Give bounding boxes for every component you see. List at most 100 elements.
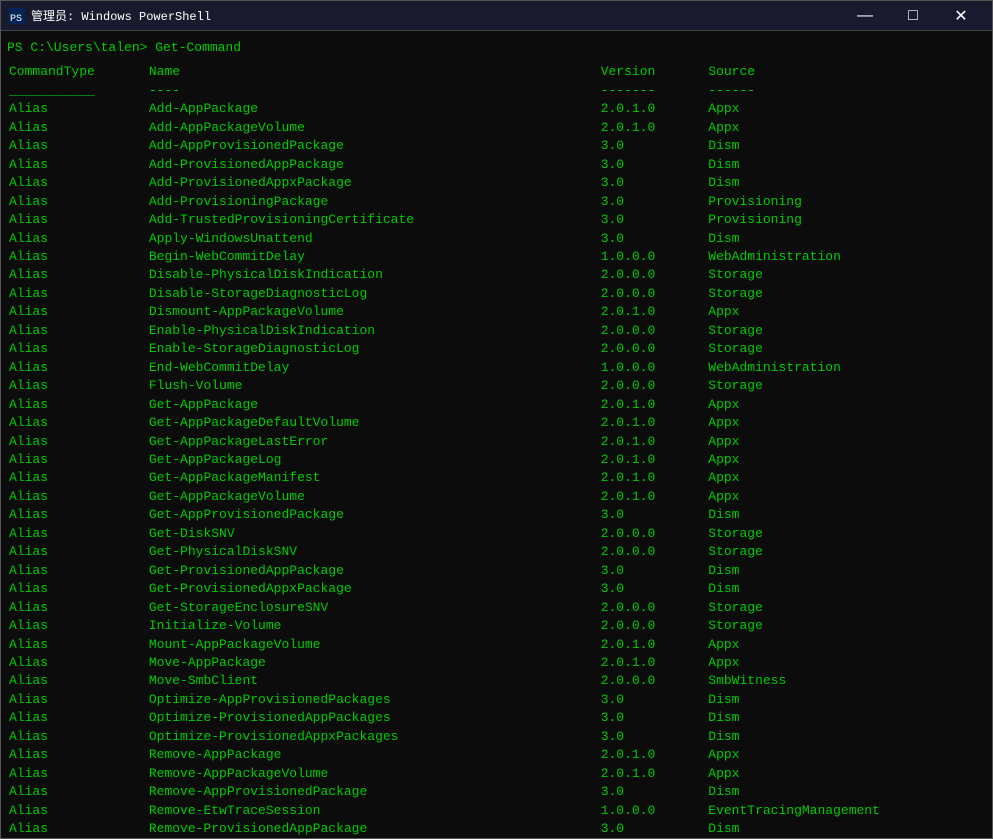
table-cell: Alias [7, 709, 147, 727]
table-cell: Disable-StorageDiagnosticLog [147, 285, 599, 303]
terminal-content[interactable]: PS C:\Users\talen> Get-Command CommandTy… [1, 31, 992, 838]
table-cell: 1.0.0.0 [599, 802, 707, 820]
table-cell: Appx [706, 469, 986, 487]
table-cell: Alias [7, 525, 147, 543]
table-cell: Storage [706, 617, 986, 635]
table-cell: 3.0 [599, 506, 707, 524]
table-row: AliasRemove-AppProvisionedPackage3.0Dism [7, 783, 986, 801]
table-cell: Alias [7, 469, 147, 487]
command-table: CommandTypeNameVersionSource___________-… [7, 63, 986, 838]
table-cell: 3.0 [599, 137, 707, 155]
table-cell: Storage [706, 266, 986, 284]
table-cell: 2.0.0.0 [599, 285, 707, 303]
table-row: AliasGet-AppPackageLog2.0.1.0Appx [7, 451, 986, 469]
table-cell: Optimize-AppProvisionedPackages [147, 691, 599, 709]
table-cell: Alias [7, 599, 147, 617]
table-cell: 2.0.1.0 [599, 303, 707, 321]
title-bar: PS 管理员: Windows PowerShell — □ ✕ [1, 1, 992, 31]
separator-cell: ------ [706, 82, 986, 100]
table-cell: 3.0 [599, 580, 707, 598]
table-cell: Flush-Volume [147, 377, 599, 395]
table-cell: Get-AppProvisionedPackage [147, 506, 599, 524]
table-cell: Remove-AppProvisionedPackage [147, 783, 599, 801]
table-cell: Alias [7, 211, 147, 229]
table-cell: Add-ProvisionedAppxPackage [147, 174, 599, 192]
table-row: AliasEnd-WebCommitDelay1.0.0.0WebAdminis… [7, 359, 986, 377]
header-cell-name: Name [147, 63, 599, 81]
table-cell: Alias [7, 654, 147, 672]
table-cell: Alias [7, 783, 147, 801]
table-cell: Dism [706, 230, 986, 248]
table-cell: Get-AppPackageVolume [147, 488, 599, 506]
table-row: AliasDismount-AppPackageVolume2.0.1.0App… [7, 303, 986, 321]
table-cell: Get-AppPackage [147, 396, 599, 414]
table-cell: Alias [7, 543, 147, 561]
table-cell: Move-SmbClient [147, 672, 599, 690]
table-row: AliasAdd-ProvisionedAppxPackage3.0Dism [7, 174, 986, 192]
maximize-button[interactable]: □ [890, 1, 936, 31]
table-cell: WebAdministration [706, 248, 986, 266]
table-cell: 2.0.1.0 [599, 433, 707, 451]
table-cell: Alias [7, 672, 147, 690]
table-cell: Move-AppPackage [147, 654, 599, 672]
table-cell: Storage [706, 525, 986, 543]
prompt-text: PS C:\Users\talen> Get-Command [7, 40, 241, 55]
table-cell: Dism [706, 783, 986, 801]
table-cell: Alias [7, 174, 147, 192]
table-cell: 2.0.0.0 [599, 672, 707, 690]
table-cell: Add-ProvisionedAppPackage [147, 156, 599, 174]
table-cell: Appx [706, 119, 986, 137]
table-cell: 2.0.0.0 [599, 617, 707, 635]
table-cell: Alias [7, 562, 147, 580]
table-cell: Alias [7, 303, 147, 321]
table-cell: Get-AppPackageManifest [147, 469, 599, 487]
minimize-button[interactable]: — [842, 1, 888, 31]
title-bar-controls: — □ ✕ [842, 1, 984, 31]
table-cell: 2.0.1.0 [599, 396, 707, 414]
table-cell: 2.0.1.0 [599, 414, 707, 432]
table-cell: Appx [706, 765, 986, 783]
table-row: AliasGet-AppProvisionedPackage3.0Dism [7, 506, 986, 524]
prompt-line: PS C:\Users\talen> Get-Command [7, 39, 986, 57]
table-cell: Get-PhysicalDiskSNV [147, 543, 599, 561]
table-row: AliasRemove-EtwTraceSession1.0.0.0EventT… [7, 802, 986, 820]
table-cell: Dism [706, 709, 986, 727]
table-cell: Alias [7, 248, 147, 266]
table-cell: Get-AppPackageLastError [147, 433, 599, 451]
table-cell: 2.0.1.0 [599, 765, 707, 783]
table-cell: Alias [7, 359, 147, 377]
table-cell: Optimize-ProvisionedAppxPackages [147, 728, 599, 746]
table-cell: Alias [7, 266, 147, 284]
table-cell: Dismount-AppPackageVolume [147, 303, 599, 321]
title-bar-left: PS 管理员: Windows PowerShell [9, 7, 211, 24]
table-cell: Optimize-ProvisionedAppPackages [147, 709, 599, 727]
table-cell: Alias [7, 506, 147, 524]
table-cell: Storage [706, 543, 986, 561]
table-row: AliasGet-StorageEnclosureSNV2.0.0.0Stora… [7, 599, 986, 617]
table-cell: End-WebCommitDelay [147, 359, 599, 377]
table-cell: 3.0 [599, 562, 707, 580]
table-cell: Alias [7, 285, 147, 303]
table-cell: Alias [7, 100, 147, 118]
table-row: AliasRemove-ProvisionedAppPackage3.0Dism [7, 820, 986, 838]
table-row: AliasAdd-TrustedProvisioningCertificate3… [7, 211, 986, 229]
table-row: AliasAdd-ProvisioningPackage3.0Provision… [7, 193, 986, 211]
table-cell: Add-AppPackage [147, 100, 599, 118]
table-cell: Alias [7, 193, 147, 211]
table-cell: Remove-ProvisionedAppPackage [147, 820, 599, 838]
powershell-window: PS 管理员: Windows PowerShell — □ ✕ PS C:\U… [0, 0, 993, 839]
table-cell: Storage [706, 322, 986, 340]
table-cell: Dism [706, 691, 986, 709]
header-cell-version: Version [599, 63, 707, 81]
table-cell: Get-ProvisionedAppPackage [147, 562, 599, 580]
table-cell: Dism [706, 174, 986, 192]
table-cell: Remove-AppPackage [147, 746, 599, 764]
header-cell-source: Source [706, 63, 986, 81]
close-button[interactable]: ✕ [938, 1, 984, 31]
table-row: AliasGet-ProvisionedAppxPackage3.0Dism [7, 580, 986, 598]
table-row: AliasAdd-AppProvisionedPackage3.0Dism [7, 137, 986, 155]
table-cell: Storage [706, 285, 986, 303]
table-cell: Alias [7, 691, 147, 709]
table-row: AliasMount-AppPackageVolume2.0.1.0Appx [7, 636, 986, 654]
table-row: AliasDisable-StorageDiagnosticLog2.0.0.0… [7, 285, 986, 303]
